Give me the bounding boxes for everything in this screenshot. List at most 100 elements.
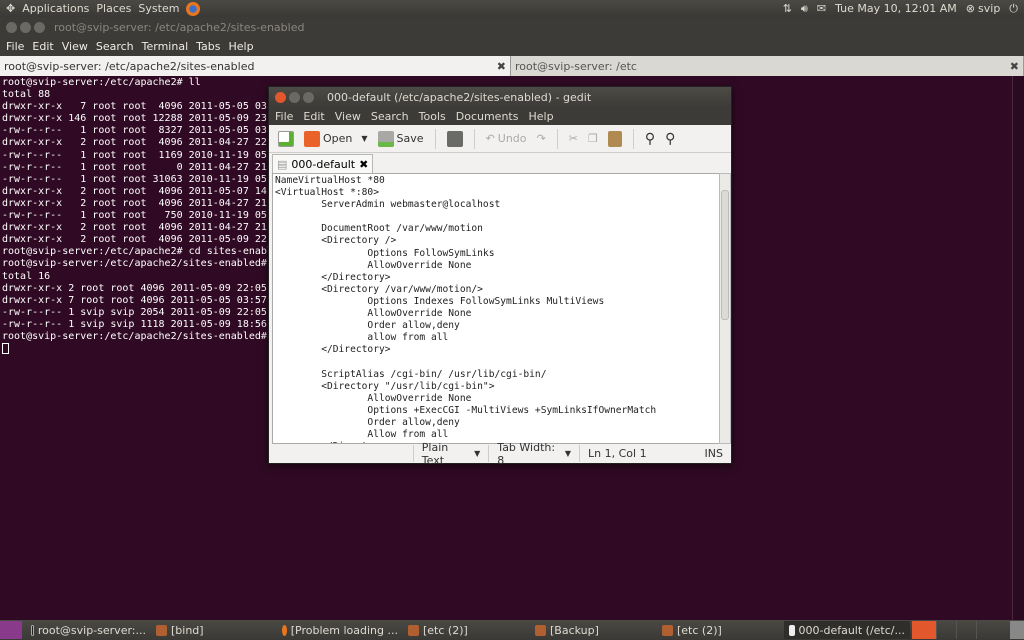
menu-help[interactable]: Help (528, 110, 553, 123)
cut-icon: ✂ (568, 132, 578, 145)
paste-button[interactable] (605, 129, 625, 149)
document-tab[interactable]: ▤ 000-default ✖ (272, 154, 374, 173)
chevron-down-icon[interactable]: ▼ (361, 134, 367, 143)
save-icon (377, 130, 394, 147)
close-tab-icon[interactable]: ✖ (497, 60, 506, 73)
taskbar-item[interactable]: [bind] (151, 621, 277, 639)
menu-edit[interactable]: Edit (32, 40, 53, 53)
gedit-icon (789, 624, 795, 636)
menu-tabs[interactable]: Tabs (196, 40, 220, 53)
workspace-4[interactable] (976, 621, 996, 639)
minimize-button[interactable] (289, 91, 300, 103)
redo-button[interactable]: ↷ (534, 130, 549, 147)
menu-file[interactable]: File (6, 40, 24, 53)
workspace-2[interactable] (936, 621, 956, 639)
maximize-button[interactable] (34, 21, 45, 33)
open-button[interactable]: Open ▼ (301, 129, 371, 149)
workspace-3[interactable] (956, 621, 976, 639)
trash-icon[interactable] (1010, 621, 1024, 639)
firefox-icon[interactable] (186, 1, 201, 16)
undo-label: Undo (497, 132, 527, 145)
menu-view[interactable]: View (335, 110, 361, 123)
user-icon: ⊗ (965, 2, 976, 15)
workspace-1[interactable] (912, 621, 936, 639)
scrollbar-thumb[interactable] (721, 190, 729, 320)
copy-button[interactable]: ❐ (585, 130, 601, 147)
menu-system[interactable]: System (138, 2, 179, 15)
terminal-icon (31, 624, 34, 636)
terminal-scrollbar[interactable] (1012, 76, 1024, 620)
menu-edit[interactable]: Edit (303, 110, 324, 123)
folder-icon (304, 130, 320, 147)
close-tab-icon[interactable]: ✖ (359, 158, 368, 171)
gedit-tabs: ▤ 000-default ✖ (269, 153, 731, 173)
clock[interactable]: Tue May 10, 12:01 AM (835, 2, 957, 15)
gedit-window: 000-default (/etc/apache2/sites-enabled)… (268, 86, 732, 467)
cut-button[interactable]: ✂ (566, 130, 581, 147)
menu-documents[interactable]: Documents (456, 110, 519, 123)
find-button[interactable]: ⚲ (642, 129, 658, 149)
bottom-panel: root@svip-server:... [bind] [Problem loa… (0, 620, 1024, 640)
terminal-titlebar: root@svip-server: /etc/apache2/sites-ena… (0, 17, 1024, 37)
folder-icon (408, 624, 419, 636)
top-panel: ✥ Applications Places System ⇅ 🔊︎ ✉ Tue … (0, 0, 1024, 17)
find-replace-icon: ⚲ (665, 130, 676, 147)
mail-icon[interactable]: ✉ (817, 2, 826, 15)
print-button[interactable] (444, 129, 466, 149)
save-label: Save (396, 132, 424, 145)
network-icon[interactable]: ⇅ (783, 2, 792, 15)
toolbar-separator (434, 128, 436, 149)
replace-button[interactable]: ⚲ (662, 129, 678, 149)
menu-terminal[interactable]: Terminal (142, 40, 189, 53)
tab-label: root@svip-server: /etc/apache2/sites-ena… (4, 59, 255, 73)
menu-search[interactable]: Search (96, 40, 134, 53)
maximize-button[interactable] (303, 91, 314, 103)
minimize-button[interactable] (20, 21, 31, 33)
toolbar-separator (556, 128, 558, 149)
menu-search[interactable]: Search (371, 110, 409, 123)
menu-help[interactable]: Help (229, 40, 254, 53)
terminal-tab-sites-enabled[interactable]: root@svip-server: /etc/apache2/sites-ena… (0, 56, 511, 76)
undo-button[interactable]: ↶ Undo (483, 130, 530, 147)
ubuntu-logo-icon[interactable]: ✥ (6, 2, 15, 15)
show-desktop-button[interactable] (0, 621, 22, 639)
new-document-icon (278, 130, 294, 147)
taskbar-item[interactable]: [etc (2)] (657, 621, 784, 639)
status-bar: Plain Text ▼ Tab Width: 8 ▼ Ln 1, Col 1 … (269, 441, 731, 467)
menu-file[interactable]: File (275, 110, 293, 123)
search-icon: ⚲ (644, 130, 656, 147)
terminal-title: root@svip-server: /etc/apache2/sites-ena… (54, 20, 305, 34)
taskbar-item[interactable]: [Problem loading ... (277, 621, 403, 639)
power-icon[interactable]: ⏻ (1009, 2, 1018, 16)
terminal-tab-etc[interactable]: root@svip-server: /etc ✖ (511, 56, 1024, 76)
menu-view[interactable]: View (62, 40, 88, 53)
new-button[interactable] (275, 129, 297, 149)
copy-icon: ❐ (587, 132, 598, 145)
tab-width-selector[interactable]: Tab Width: 8 ▼ (488, 441, 579, 467)
close-button[interactable] (6, 21, 17, 33)
text-file-icon: ▤ (277, 157, 288, 171)
print-icon (446, 130, 463, 147)
menu-places[interactable]: Places (96, 2, 131, 15)
menu-tools[interactable]: Tools (419, 110, 446, 123)
redo-icon: ↷ (536, 132, 546, 145)
taskbar-item[interactable]: [Backup] (530, 621, 657, 639)
insert-mode: INS (704, 447, 723, 460)
volume-icon[interactable]: 🔊︎ (801, 2, 808, 16)
text-editor[interactable]: NameVirtualHost *80 <VirtualHost *:80> S… (272, 173, 720, 444)
taskbar-item[interactable]: 000-default (/etc/... (784, 621, 910, 639)
editor-scrollbar[interactable] (719, 173, 731, 444)
close-tab-icon[interactable]: ✖ (1010, 60, 1019, 73)
menu-applications[interactable]: Applications (22, 2, 89, 15)
chevron-down-icon: ▼ (564, 449, 572, 458)
gedit-titlebar: 000-default (/etc/apache2/sites-enabled)… (269, 87, 731, 107)
folder-icon (156, 624, 167, 636)
taskbar-item[interactable]: [etc (2)] (403, 621, 530, 639)
terminal-tabs: root@svip-server: /etc/apache2/sites-ena… (0, 56, 1024, 76)
save-button[interactable]: Save (375, 129, 427, 149)
tab-label: 000-default (291, 157, 356, 171)
language-selector[interactable]: Plain Text ▼ (412, 441, 489, 467)
user-name[interactable]: svip (978, 2, 1000, 15)
close-button[interactable] (275, 91, 286, 103)
taskbar-item[interactable]: root@svip-server:... (26, 621, 151, 639)
